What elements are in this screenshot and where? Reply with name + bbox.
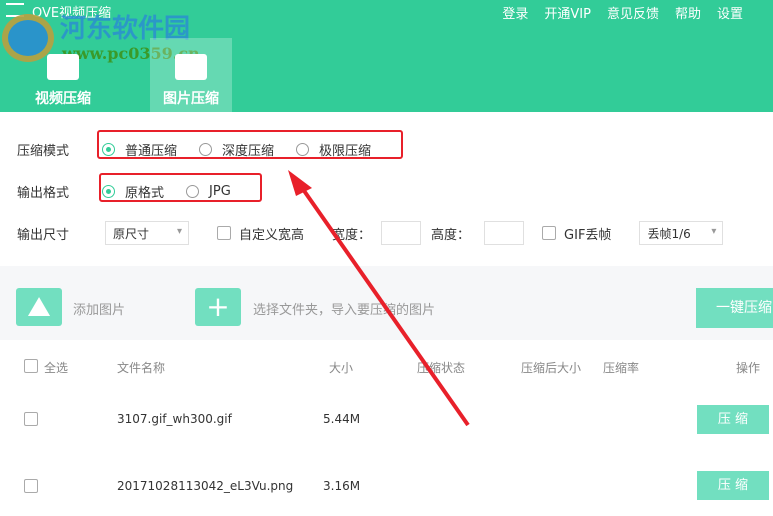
annotation-arrow (288, 170, 470, 427)
